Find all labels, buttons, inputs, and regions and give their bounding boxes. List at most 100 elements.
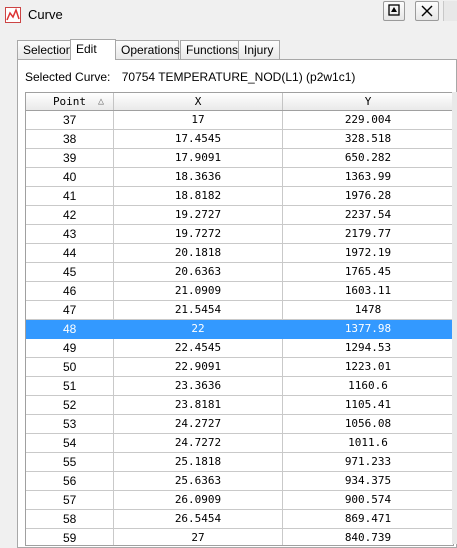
point-cell[interactable]: 52 <box>26 396 114 414</box>
y-cell[interactable]: 1972.19 <box>283 244 453 262</box>
x-cell[interactable]: 22 <box>114 320 283 338</box>
y-cell[interactable]: 1011.6 <box>283 434 453 452</box>
point-cell[interactable]: 53 <box>26 415 114 433</box>
table-row[interactable]: 56 25.6363 934.375 <box>26 472 453 491</box>
x-cell[interactable]: 22.4545 <box>114 339 283 357</box>
point-cell[interactable]: 51 <box>26 377 114 395</box>
table-row[interactable]: 58 26.5454 869.471 <box>26 510 453 529</box>
point-cell[interactable]: 48 <box>26 320 114 338</box>
y-cell[interactable]: 1603.11 <box>283 282 453 300</box>
point-cell[interactable]: 57 <box>26 491 114 509</box>
window-scrollbar[interactable] <box>443 1 457 21</box>
y-cell[interactable]: 1223.01 <box>283 358 453 376</box>
table-scrollbar[interactable] <box>452 92 457 544</box>
table-row[interactable]: 40 18.3636 1363.99 <box>26 168 453 187</box>
x-cell[interactable]: 26.5454 <box>114 510 283 528</box>
table-row[interactable]: 49 22.4545 1294.53 <box>26 339 453 358</box>
table-row[interactable]: 39 17.9091 650.282 <box>26 149 453 168</box>
table-row[interactable]: 50 22.9091 1223.01 <box>26 358 453 377</box>
x-cell[interactable]: 25.1818 <box>114 453 283 471</box>
column-header-x[interactable]: X <box>114 93 283 110</box>
table-row[interactable]: 53 24.2727 1056.08 <box>26 415 453 434</box>
y-cell[interactable]: 869.471 <box>283 510 453 528</box>
table-row[interactable]: 55 25.1818 971.233 <box>26 453 453 472</box>
y-cell[interactable]: 2237.54 <box>283 206 453 224</box>
tab-injury[interactable]: Injury <box>238 40 280 59</box>
table-row[interactable]: 59 27 840.739 <box>26 529 453 545</box>
y-cell[interactable]: 1363.99 <box>283 168 453 186</box>
y-cell[interactable]: 1294.53 <box>283 339 453 357</box>
x-cell[interactable]: 27 <box>114 529 283 545</box>
x-cell[interactable]: 23.8181 <box>114 396 283 414</box>
y-cell[interactable]: 1056.08 <box>283 415 453 433</box>
y-cell[interactable]: 1377.98 <box>283 320 453 338</box>
point-cell[interactable]: 38 <box>26 130 114 148</box>
table-row[interactable]: 48 22 1377.98 <box>26 320 453 339</box>
point-cell[interactable]: 44 <box>26 244 114 262</box>
x-cell[interactable]: 17.4545 <box>114 130 283 148</box>
y-cell[interactable]: 1105.41 <box>283 396 453 414</box>
table-row[interactable]: 38 17.4545 328.518 <box>26 130 453 149</box>
x-cell[interactable]: 23.3636 <box>114 377 283 395</box>
x-cell[interactable]: 21.5454 <box>114 301 283 319</box>
point-cell[interactable]: 42 <box>26 206 114 224</box>
x-cell[interactable]: 20.6363 <box>114 263 283 281</box>
x-cell[interactable]: 22.9091 <box>114 358 283 376</box>
column-header-point[interactable]: Point △ <box>26 93 114 110</box>
point-cell[interactable]: 58 <box>26 510 114 528</box>
y-cell[interactable]: 1160.6 <box>283 377 453 395</box>
x-cell[interactable]: 26.0909 <box>114 491 283 509</box>
x-cell[interactable]: 25.6363 <box>114 472 283 490</box>
x-cell[interactable]: 19.7272 <box>114 225 283 243</box>
tab-edit[interactable]: Edit <box>70 39 116 60</box>
point-cell[interactable]: 39 <box>26 149 114 167</box>
x-cell[interactable]: 17 <box>114 111 283 129</box>
table-row[interactable]: 43 19.7272 2179.77 <box>26 225 453 244</box>
y-cell[interactable]: 1976.28 <box>283 187 453 205</box>
point-cell[interactable]: 59 <box>26 529 114 545</box>
y-cell[interactable]: 229.004 <box>283 111 453 129</box>
y-cell[interactable]: 2179.77 <box>283 225 453 243</box>
table-row[interactable]: 45 20.6363 1765.45 <box>26 263 453 282</box>
point-cell[interactable]: 54 <box>26 434 114 452</box>
y-cell[interactable]: 934.375 <box>283 472 453 490</box>
point-cell[interactable]: 43 <box>26 225 114 243</box>
y-cell[interactable]: 328.518 <box>283 130 453 148</box>
table-row[interactable]: 47 21.5454 1478 <box>26 301 453 320</box>
table-row[interactable]: 52 23.8181 1105.41 <box>26 396 453 415</box>
y-cell[interactable]: 840.739 <box>283 529 453 545</box>
point-cell[interactable]: 50 <box>26 358 114 376</box>
y-cell[interactable]: 1765.45 <box>283 263 453 281</box>
x-cell[interactable]: 20.1818 <box>114 244 283 262</box>
x-cell[interactable]: 24.7272 <box>114 434 283 452</box>
table-row[interactable]: 46 21.0909 1603.11 <box>26 282 453 301</box>
point-cell[interactable]: 55 <box>26 453 114 471</box>
tab-selection[interactable]: Selection <box>17 40 72 59</box>
x-cell[interactable]: 21.0909 <box>114 282 283 300</box>
y-cell[interactable]: 971.233 <box>283 453 453 471</box>
point-cell[interactable]: 37 <box>26 111 114 129</box>
table-row[interactable]: 41 18.8182 1976.28 <box>26 187 453 206</box>
table-row[interactable]: 42 19.2727 2237.54 <box>26 206 453 225</box>
x-cell[interactable]: 18.3636 <box>114 168 283 186</box>
column-header-y[interactable]: Y <box>283 93 453 110</box>
point-cell[interactable]: 47 <box>26 301 114 319</box>
table-row[interactable]: 37 17 229.004 <box>26 111 453 130</box>
point-cell[interactable]: 46 <box>26 282 114 300</box>
point-cell[interactable]: 40 <box>26 168 114 186</box>
x-cell[interactable]: 18.8182 <box>114 187 283 205</box>
table-row[interactable]: 54 24.7272 1011.6 <box>26 434 453 453</box>
x-cell[interactable]: 19.2727 <box>114 206 283 224</box>
x-cell[interactable]: 24.2727 <box>114 415 283 433</box>
y-cell[interactable]: 1478 <box>283 301 453 319</box>
tab-operations[interactable]: Operations <box>115 40 180 59</box>
table-row[interactable]: 44 20.1818 1972.19 <box>26 244 453 263</box>
tab-functions[interactable]: Functions <box>180 40 239 59</box>
y-cell[interactable]: 650.282 <box>283 149 453 167</box>
restore-button[interactable] <box>383 1 405 21</box>
close-button[interactable] <box>415 1 439 21</box>
y-cell[interactable]: 900.574 <box>283 491 453 509</box>
point-cell[interactable]: 45 <box>26 263 114 281</box>
table-row[interactable]: 57 26.0909 900.574 <box>26 491 453 510</box>
point-cell[interactable]: 49 <box>26 339 114 357</box>
